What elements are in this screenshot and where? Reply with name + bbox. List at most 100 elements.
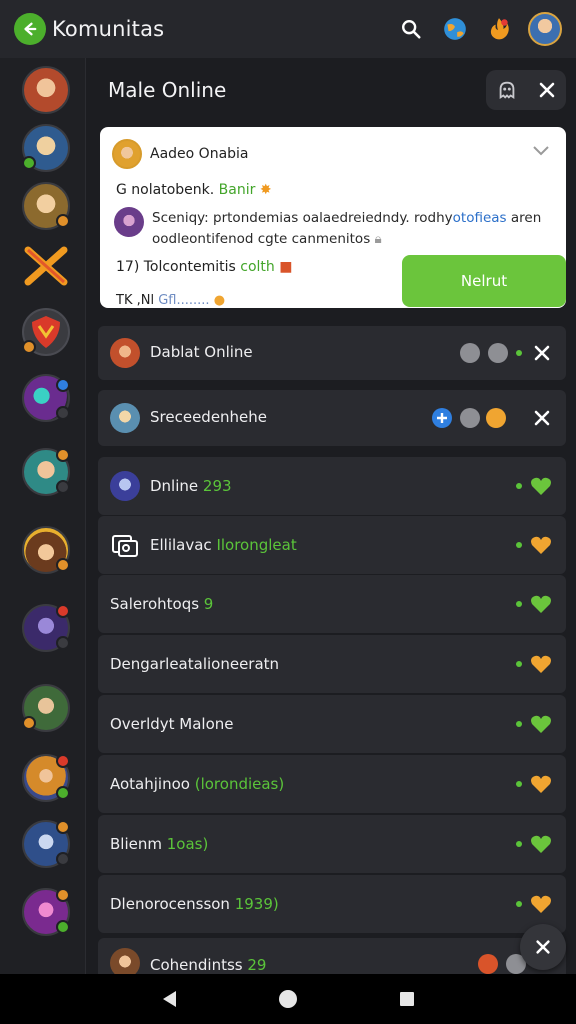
- main-panel: Male Online Aadeo Onabia G nolatobenk. B…: [86, 58, 576, 978]
- sidebar-item-community[interactable]: [22, 526, 70, 574]
- heart-icon[interactable]: [530, 654, 552, 674]
- close-icon[interactable]: [532, 408, 552, 428]
- heart-icon[interactable]: [530, 535, 552, 555]
- heart-icon[interactable]: [530, 774, 552, 794]
- search-icon[interactable]: [396, 14, 426, 44]
- heart-icon[interactable]: [530, 834, 552, 854]
- online-dot-icon: [516, 901, 522, 907]
- status-badge: [56, 852, 70, 866]
- ghost-icon[interactable]: [496, 79, 518, 101]
- status-dot-icon: [460, 343, 480, 363]
- status-badge: [22, 716, 36, 730]
- list-item[interactable]: Aotahjinoo (lorondieas): [98, 755, 566, 813]
- sidebar-item-shield[interactable]: [22, 308, 70, 356]
- crossed-swords-icon: [24, 246, 68, 286]
- lock-icon: 🔒︎: [374, 231, 382, 247]
- section-title: Male Online: [108, 78, 227, 102]
- sidebar-item-swords[interactable]: [22, 242, 70, 290]
- section-header: Male Online: [86, 58, 576, 122]
- list-item-label-text: Dlenorocensson: [110, 895, 235, 913]
- list-item[interactable]: Cohendintss 29: [98, 938, 566, 978]
- list-item[interactable]: Salerohtoqs 9: [98, 575, 566, 633]
- home-circle-icon[interactable]: [277, 988, 299, 1010]
- sidebar-item-community[interactable]: [22, 888, 70, 936]
- heart-icon[interactable]: [530, 894, 552, 914]
- list-item-label: Overldyt Malone: [110, 715, 234, 733]
- status-dot-icon: [460, 408, 480, 428]
- coin-icon: ●: [213, 293, 226, 308]
- list-item[interactable]: Ellilavac Ilorongleat: [98, 516, 566, 574]
- list-item-count: 293: [202, 477, 232, 495]
- card-line-highlight: colth: [240, 259, 275, 275]
- sidebar-item-community[interactable]: [22, 448, 70, 496]
- message-text-part: Sceniqy: prtondemias oalaedreiedndy. rod…: [152, 210, 453, 226]
- sidebar-item-community[interactable]: [22, 754, 70, 802]
- list-item[interactable]: Overldyt Malone: [98, 695, 566, 753]
- list-item[interactable]: Sreceedenhehe: [98, 390, 566, 446]
- sidebar-item-community[interactable]: [22, 820, 70, 868]
- heart-icon[interactable]: [530, 714, 552, 734]
- sidebar-item-community[interactable]: [22, 66, 70, 114]
- card-line: G nolatobenk. Banir ✸: [116, 182, 272, 198]
- list-item-tag: 1oas): [166, 835, 209, 853]
- list-item-label: Dnline 293: [150, 477, 232, 495]
- card-line: 17) Tolcontemitis colth ■: [116, 259, 292, 275]
- avatar: [110, 403, 140, 433]
- sidebar-item-community[interactable]: [22, 604, 70, 652]
- avatar: [110, 471, 140, 501]
- sidebar-item-community[interactable]: [22, 124, 70, 172]
- avatar: [112, 139, 142, 169]
- status-dot-icon: [478, 954, 498, 974]
- floating-close-button[interactable]: [520, 924, 566, 970]
- recents-square-icon[interactable]: [398, 990, 416, 1008]
- close-icon[interactable]: [537, 80, 557, 100]
- top-app-bar: Komunitas: [0, 0, 576, 58]
- list-item-count: 29: [247, 956, 267, 974]
- back-triangle-icon[interactable]: [160, 989, 178, 1009]
- online-dot-icon: [516, 661, 522, 667]
- list-item-label-text: Aotahjinoo: [110, 775, 195, 793]
- card-line-text: G nolatobenk.: [116, 182, 215, 198]
- online-dot-icon: [516, 483, 522, 489]
- heart-icon[interactable]: [530, 476, 552, 496]
- header-actions: [486, 70, 566, 110]
- list-item-label: Cohendintss 29: [150, 956, 266, 974]
- card-line-highlight: Banir: [218, 182, 256, 198]
- list-item[interactable]: Dablat Online: [98, 326, 566, 380]
- status-badge: [56, 448, 70, 462]
- card-action-button[interactable]: Nelrut: [402, 255, 566, 307]
- status-badge: [56, 406, 70, 420]
- list-item-label-text: Salerohtoqs: [110, 595, 204, 613]
- globe-icon[interactable]: [440, 14, 470, 44]
- chevron-down-icon[interactable]: [532, 145, 550, 157]
- online-badge: [22, 156, 36, 170]
- list-item-tag: 1939): [234, 895, 279, 913]
- avatar: [114, 207, 144, 237]
- online-badge: [56, 786, 70, 800]
- list-item-label-text: Ellilavac: [150, 536, 217, 554]
- gift-icon: ■: [279, 259, 293, 275]
- sidebar-item-community[interactable]: [22, 182, 70, 230]
- list-item[interactable]: Dnline 293: [98, 457, 566, 515]
- online-dot-icon: [516, 601, 522, 607]
- message-card[interactable]: Aadeo Onabia G nolatobenk. Banir ✸ Sceni…: [100, 127, 566, 308]
- list-item[interactable]: Dengarleatalioneeratn: [98, 635, 566, 693]
- list-item-label-text: Dnline: [150, 477, 203, 495]
- profile-avatar[interactable]: [528, 12, 562, 46]
- sidebar-item-community[interactable]: [22, 684, 70, 732]
- online-dot-icon: [516, 841, 522, 847]
- list-item-label: Blienm 1oas): [110, 835, 208, 853]
- add-icon[interactable]: [432, 408, 452, 428]
- list-item[interactable]: Blienm 1oas): [98, 815, 566, 873]
- heart-icon[interactable]: [530, 594, 552, 614]
- list-item-label: Dengarleatalioneeratn: [110, 655, 280, 673]
- status-badge: [56, 558, 70, 572]
- card-line-text: 17) Tolcontemitis: [116, 259, 236, 275]
- back-arrow-icon[interactable]: [14, 13, 46, 45]
- status-badge: [22, 340, 36, 354]
- sidebar-item-community[interactable]: [22, 374, 70, 422]
- status-badge: [56, 888, 70, 902]
- list-item[interactable]: Dlenorocensson 1939): [98, 875, 566, 933]
- close-icon[interactable]: [532, 343, 552, 363]
- flame-icon[interactable]: [484, 14, 514, 44]
